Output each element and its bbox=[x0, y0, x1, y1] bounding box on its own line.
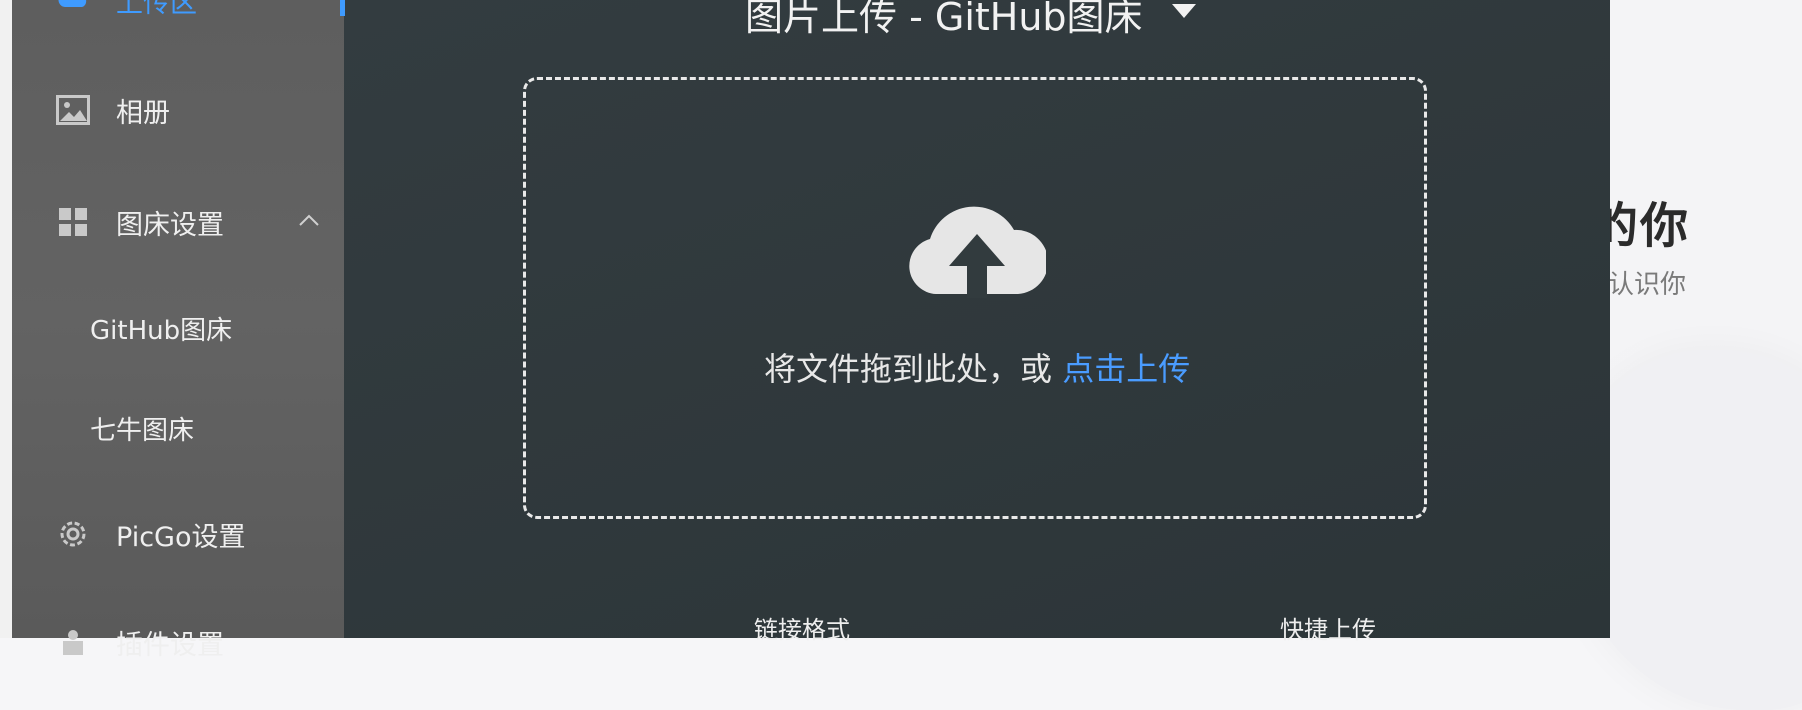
click-upload-link[interactable]: 点击上传 bbox=[1062, 350, 1190, 388]
drop-instructions: 将文件拖到此处，或 点击上传 bbox=[764, 344, 1190, 390]
sidebar-item-upload[interactable]: 上传区 bbox=[12, 0, 344, 28]
sidebar-item-label: 图床设置 bbox=[116, 209, 224, 241]
caret-down-icon[interactable] bbox=[1170, 2, 1198, 24]
link-format-label: 链接格式 bbox=[754, 616, 850, 644]
chevron-up-icon[interactable] bbox=[298, 212, 320, 231]
sidebar-item-label: PicGo设置 bbox=[116, 521, 246, 553]
sidebar-item-picgo-settings[interactable]: PicGo设置 bbox=[12, 506, 344, 562]
grid-icon bbox=[56, 205, 90, 239]
page-title[interactable]: 图片上传 - GitHub图床 bbox=[745, 0, 1143, 41]
quick-upload-label: 快捷上传 bbox=[1280, 616, 1376, 644]
sidebar-item-label: 插件设置 bbox=[116, 629, 224, 661]
plugin-icon bbox=[56, 625, 90, 659]
background-subheading: 认识你 bbox=[1608, 270, 1687, 300]
background-left-edge bbox=[0, 0, 12, 638]
sidebar: 上传区 相册 图床设置 GitHub图床 七牛图床 PicGo设置 插件设置 bbox=[12, 0, 344, 661]
sidebar-item-label: 上传区 bbox=[116, 0, 197, 19]
sidebar-item-plugin-settings[interactable]: 插件设置 bbox=[12, 614, 344, 670]
sidebar-subitem-qiniu[interactable]: 七牛图床 bbox=[90, 410, 194, 447]
sidebar-subitem-github[interactable]: GitHub图床 bbox=[90, 310, 232, 347]
sidebar-item-label: 相册 bbox=[116, 97, 170, 129]
cloud-upload-icon bbox=[908, 194, 1049, 302]
drop-text: 将文件拖到此处，或 bbox=[764, 350, 1053, 388]
sidebar-item-image-host-settings[interactable]: 图床设置 bbox=[12, 194, 344, 250]
upload-icon bbox=[56, 0, 90, 17]
gear-icon bbox=[56, 517, 90, 551]
sidebar-item-gallery[interactable]: 相册 bbox=[12, 82, 344, 138]
active-indicator bbox=[340, 0, 345, 16]
image-icon bbox=[56, 93, 90, 127]
